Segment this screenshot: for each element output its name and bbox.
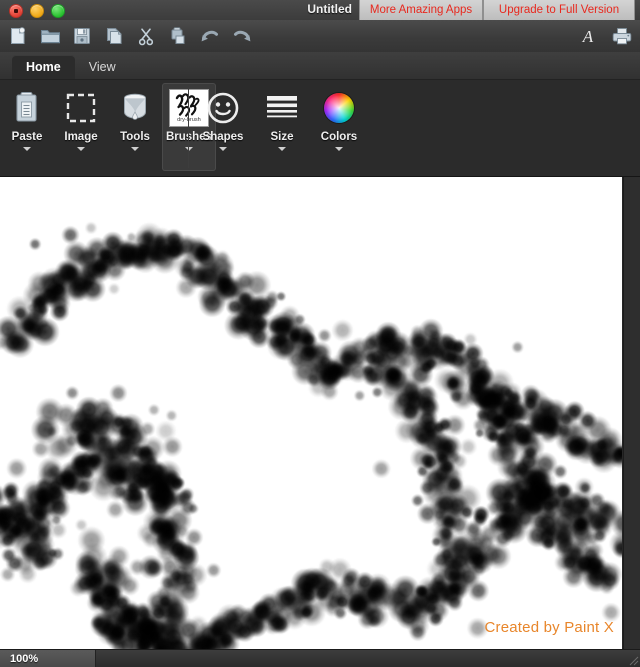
ribbon-item-label: Size bbox=[270, 131, 294, 143]
document-title: Untitled bbox=[307, 2, 352, 16]
ribbon-item-size[interactable]: Size bbox=[254, 83, 310, 171]
undo-icon[interactable] bbox=[198, 24, 222, 48]
selection-marquee-icon bbox=[65, 89, 97, 127]
chevron-down-icon[interactable] bbox=[278, 147, 286, 151]
ribbon-separator bbox=[188, 88, 189, 168]
tab-view[interactable]: View bbox=[75, 55, 130, 79]
ribbon-group-shapes-size-colors: Shapes Size Colors bbox=[192, 80, 368, 176]
ribbon-tab-bar: Home View bbox=[0, 52, 640, 80]
more-amazing-apps-button[interactable]: More Amazing Apps bbox=[359, 0, 483, 20]
chevron-down-icon[interactable] bbox=[23, 147, 31, 151]
vertical-scrollbar[interactable] bbox=[623, 177, 640, 650]
svg-text:A: A bbox=[582, 27, 594, 46]
window-controls bbox=[9, 4, 65, 18]
tab-home[interactable]: Home bbox=[12, 55, 75, 79]
print-icon[interactable] bbox=[610, 24, 634, 48]
ribbon-item-colors[interactable]: Colors bbox=[310, 83, 368, 171]
status-bar: 100% bbox=[0, 649, 640, 667]
ribbon-item-image[interactable]: Image bbox=[54, 83, 108, 171]
copy-icon[interactable] bbox=[102, 24, 126, 48]
chevron-down-icon[interactable] bbox=[131, 147, 139, 151]
paint-x-window: Untitled More Amazing Apps Upgrade to Fu… bbox=[0, 0, 640, 667]
paint-bucket-icon bbox=[120, 89, 150, 127]
ribbon-item-label: Tools bbox=[120, 131, 150, 143]
ribbon-item-label: Image bbox=[64, 131, 98, 143]
quick-access-toolbar: A bbox=[0, 20, 640, 53]
canvas-area: Created by Paint X bbox=[0, 177, 640, 650]
ribbon-item-shapes[interactable]: Shapes bbox=[192, 83, 254, 171]
ribbon-group-clipboard-tools: Paste Image Tools dry-brush Brushes bbox=[0, 80, 216, 176]
chevron-down-icon[interactable] bbox=[335, 147, 343, 151]
maximize-button[interactable] bbox=[51, 4, 65, 18]
save-icon[interactable] bbox=[70, 24, 94, 48]
ribbon: Paste Image Tools dry-brush Brushes Shap… bbox=[0, 80, 640, 177]
close-button[interactable] bbox=[9, 4, 23, 18]
resize-grip-icon[interactable] bbox=[627, 654, 639, 666]
clipboard-icon bbox=[12, 89, 42, 127]
redo-icon[interactable] bbox=[230, 24, 254, 48]
title-bar: Untitled More Amazing Apps Upgrade to Fu… bbox=[0, 0, 640, 21]
minimize-button[interactable] bbox=[30, 4, 44, 18]
canvas-artwork[interactable] bbox=[0, 177, 622, 650]
line-size-icon bbox=[265, 89, 299, 127]
chevron-down-icon[interactable] bbox=[219, 147, 227, 151]
drawing-canvas[interactable]: Created by Paint X bbox=[0, 177, 622, 650]
ribbon-item-label: Paste bbox=[11, 131, 43, 143]
color-wheel-icon bbox=[324, 89, 354, 127]
ribbon-item-label: Colors bbox=[320, 131, 358, 143]
chevron-down-icon[interactable] bbox=[77, 147, 85, 151]
upgrade-to-full-version-button[interactable]: Upgrade to Full Version bbox=[483, 0, 635, 20]
zoom-level-indicator[interactable]: 100% bbox=[0, 650, 96, 667]
cut-icon[interactable] bbox=[134, 24, 158, 48]
smiley-shape-icon bbox=[206, 89, 240, 127]
ribbon-item-label: Shapes bbox=[202, 131, 244, 143]
paste-icon[interactable] bbox=[166, 24, 190, 48]
text-tool-icon[interactable]: A bbox=[576, 24, 600, 48]
new-icon[interactable] bbox=[6, 24, 30, 48]
ribbon-item-paste[interactable]: Paste bbox=[0, 83, 54, 171]
ribbon-item-tools[interactable]: Tools bbox=[108, 83, 162, 171]
open-icon[interactable] bbox=[38, 24, 62, 48]
